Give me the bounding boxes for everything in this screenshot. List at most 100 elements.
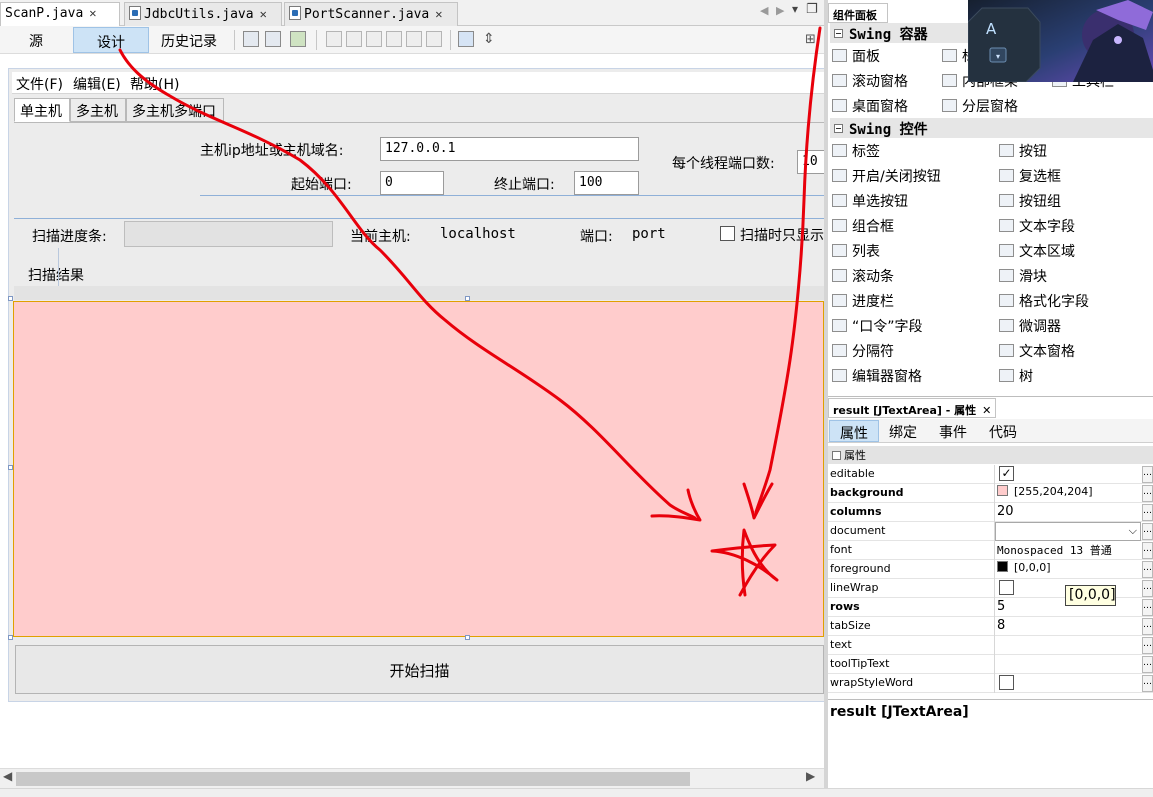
palette-item-control[interactable]: 微调器 <box>999 316 1061 336</box>
palette-item-layered[interactable]: 分层窗格 <box>942 96 1018 116</box>
property-row-tabSize[interactable]: tabSize 8… <box>828 617 1153 636</box>
property-value[interactable]: Monospaced 13 普通 <box>997 542 1112 558</box>
tab-jdbcutils[interactable]: JdbcUtils.java ✕ <box>124 2 282 26</box>
property-row-foreground[interactable]: foreground [0,0,0]… <box>828 560 1153 579</box>
tab-events[interactable]: 事件 <box>929 420 977 442</box>
property-editor-button[interactable]: … <box>1142 542 1153 559</box>
resize-handle[interactable] <box>8 635 13 640</box>
avatar-widget[interactable]: ▾ A <box>968 0 1153 82</box>
property-editor-button[interactable]: … <box>1142 580 1153 597</box>
resize-handle[interactable] <box>8 296 13 301</box>
menu-edit[interactable]: 编辑(E) <box>73 74 121 94</box>
palette-item-control[interactable]: 文本窗格 <box>999 341 1075 361</box>
palette-item-control[interactable]: 分隔符 <box>832 341 894 361</box>
palette-item-control[interactable]: 按钮 <box>999 141 1047 161</box>
tab-portscanner[interactable]: PortScanner.java ✕ <box>284 2 458 26</box>
collapse-icon[interactable] <box>834 29 843 38</box>
result-scrollpane[interactable] <box>14 286 824 300</box>
property-editor-button[interactable]: … <box>1142 618 1153 635</box>
palette-item-control[interactable]: 文本字段 <box>999 216 1075 236</box>
start-port-input[interactable]: 0 <box>380 171 444 195</box>
collapse-icon[interactable] <box>832 451 841 460</box>
palette-item-control[interactable]: 组合框 <box>832 216 894 236</box>
palette-item-scrollpane[interactable]: 滚动窗格 <box>832 71 908 91</box>
property-row-toolTipText[interactable]: toolTipText… <box>828 655 1153 674</box>
align-right-icon[interactable] <box>346 31 362 47</box>
design-button[interactable]: 设计 <box>73 27 149 53</box>
scroll-right-icon[interactable]: ▶ <box>806 769 815 783</box>
property-value[interactable]: 20 <box>997 504 1014 519</box>
property-editor-button[interactable]: … <box>1142 561 1153 578</box>
host-input[interactable]: 127.0.0.1 <box>380 137 639 161</box>
resize-handle[interactable] <box>465 296 470 301</box>
resize-handle[interactable] <box>8 465 13 470</box>
palette-item-control[interactable]: 进度栏 <box>832 291 894 311</box>
palette-item-control[interactable]: 编辑器窗格 <box>832 366 922 386</box>
horizontal-resize-icon[interactable] <box>458 31 474 47</box>
end-port-input[interactable]: 100 <box>574 171 639 195</box>
close-icon[interactable]: ✕ <box>435 7 442 21</box>
palette-item-control[interactable]: “口令”字段 <box>832 316 923 336</box>
property-row-text[interactable]: text… <box>828 636 1153 655</box>
tab-properties[interactable]: 属性 <box>829 420 879 442</box>
palette-item-control[interactable]: 标签 <box>832 141 880 161</box>
property-row-wrapStyleWord[interactable]: wrapStyleWord… <box>828 674 1153 693</box>
tab-scanp[interactable]: ScanP.java ✕ <box>0 2 120 27</box>
palette-item-control[interactable]: 复选框 <box>999 166 1061 186</box>
tab-code[interactable]: 代码 <box>979 420 1027 442</box>
menu-help[interactable]: 帮助(H) <box>130 74 179 94</box>
restore-window-icon[interactable]: ❐ <box>806 2 818 17</box>
property-value[interactable]: 5 <box>997 599 1005 614</box>
property-row-editable[interactable]: editable ✓… <box>828 465 1153 484</box>
palette-item-desktop[interactable]: 桌面窗格 <box>832 96 908 116</box>
tab-multi-host-multi-port[interactable]: 多主机多端口 <box>126 98 224 122</box>
tab-binding[interactable]: 绑定 <box>879 420 927 442</box>
align-middle-icon[interactable] <box>426 31 442 47</box>
palette-item-control[interactable]: 树 <box>999 366 1033 386</box>
align-left-icon[interactable] <box>326 31 342 47</box>
property-editor-button[interactable]: … <box>1142 675 1153 692</box>
palette-tab[interactable]: 组件面板 <box>828 3 888 23</box>
property-group-header[interactable]: 属性 <box>828 446 1153 464</box>
property-value[interactable]: [0,0,0] <box>997 561 1051 574</box>
threads-input[interactable]: 10 <box>797 150 824 174</box>
collapse-icon[interactable] <box>834 124 843 133</box>
property-row-font[interactable]: font Monospaced 13 普通… <box>828 541 1153 560</box>
tab-single-host[interactable]: 单主机 <box>14 98 70 122</box>
scan-only-checkbox[interactable] <box>720 226 735 241</box>
palette-section-controls[interactable]: Swing 控件 <box>830 118 1153 138</box>
start-scan-button[interactable]: 开始扫描 <box>15 645 824 694</box>
close-icon[interactable]: ✕ <box>89 6 96 20</box>
tab-scroll-left-icon[interactable]: ◀ <box>760 4 768 17</box>
close-icon[interactable]: ✕ <box>260 7 267 21</box>
properties-tab[interactable]: result [JTextArea] - 属性 ✕ <box>828 398 997 418</box>
connection-mode-icon[interactable] <box>265 31 281 47</box>
property-editor-button[interactable]: … <box>1142 637 1153 654</box>
grid-icon[interactable]: ⊞ <box>805 32 816 47</box>
preview-design-icon[interactable] <box>290 31 306 47</box>
palette-item-control[interactable]: 按钮组 <box>999 191 1061 211</box>
palette-item-panel[interactable]: 面板 <box>832 46 880 66</box>
property-checkbox[interactable] <box>999 675 1014 690</box>
property-editor-button[interactable]: … <box>1142 504 1153 521</box>
hscroll-thumb[interactable] <box>16 772 690 786</box>
palette-item-control[interactable]: 列表 <box>832 241 880 261</box>
document-combo[interactable]: ⌵ <box>995 522 1141 541</box>
property-editor-button[interactable]: … <box>1142 656 1153 673</box>
menu-file[interactable]: 文件(F) <box>16 74 63 94</box>
scroll-left-icon[interactable]: ◀ <box>3 769 12 783</box>
result-textarea[interactable] <box>13 301 824 637</box>
palette-item-control[interactable]: 格式化字段 <box>999 291 1089 311</box>
resize-handle[interactable] <box>465 635 470 640</box>
tab-scroll-right-icon[interactable]: ▶ <box>776 4 784 17</box>
property-editor-button[interactable]: … <box>1142 523 1153 540</box>
property-checkbox[interactable]: ✓ <box>999 466 1014 481</box>
property-editor-button[interactable]: … <box>1142 466 1153 483</box>
palette-item-control[interactable]: 滚动条 <box>832 266 894 286</box>
align-top-icon[interactable] <box>386 31 402 47</box>
property-value[interactable]: [255,204,204] <box>997 485 1093 498</box>
palette-item-control[interactable]: 开启/关闭按钮 <box>832 166 941 186</box>
close-icon[interactable]: ✕ <box>982 404 991 417</box>
tab-list-icon[interactable]: ▾ <box>792 2 798 16</box>
palette-item-control[interactable]: 文本区域 <box>999 241 1075 261</box>
